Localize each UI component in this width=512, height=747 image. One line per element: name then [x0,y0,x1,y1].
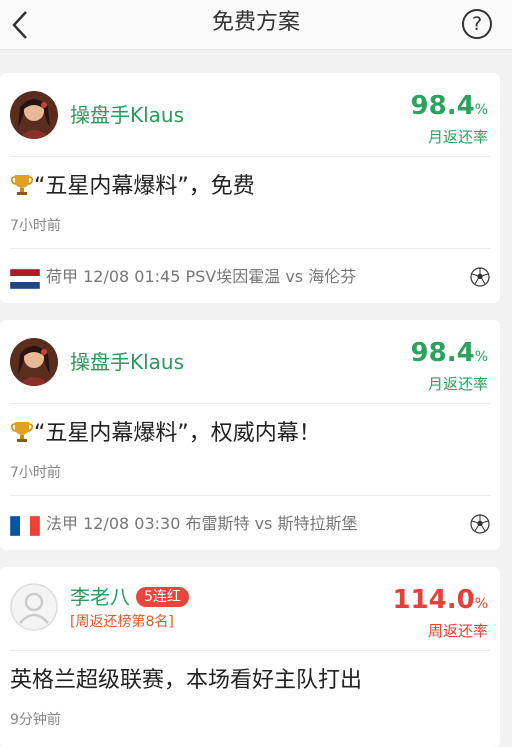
post-time: 9分钟前 [10,712,61,728]
france-flag-icon [10,516,40,536]
rate-label: 月返还率 [427,375,488,393]
match-info[interactable]: 法甲 12/08 03:30 布雷斯特 vs 斯特拉斯堡 [10,509,490,539]
plan-card[interactable]: 操盘手Klaus 98.4% 月返还率 “五星内幕爆料”，免费 7小时前 荷甲 … [0,73,500,303]
rate-value: 114.0 [392,585,475,615]
match-text: 法甲 12/08 03:30 布雷斯特 vs 斯特拉斯堡 [46,514,358,533]
streak-badge: 5连红 [136,587,189,607]
match-info[interactable]: 荷甲 12/08 01:45 PSV埃因霍温 vs 海伦芬 [10,262,490,292]
rate-value: 98.4 [410,338,475,368]
return-rate: 114.0% 周返还率 [392,583,488,641]
username[interactable]: 操盘手Klaus [70,103,184,127]
plan-card[interactable]: 操盘手Klaus 98.4% 月返还率 “五星内幕爆料”，权威内幕！ 7小时前 … [0,320,500,550]
plan-headline[interactable]: “五星内幕爆料”，权威内幕！ [10,419,321,449]
trophy-icon [11,422,33,442]
username[interactable]: 李老八 [70,585,130,609]
avatar[interactable] [10,338,58,386]
page-title: 免费方案 [211,10,300,35]
rate-label: 周返还率 [427,622,488,640]
plan-headline[interactable]: “五星内幕爆料”，免费 [10,172,255,202]
help-icon[interactable]: ? [462,9,492,39]
return-rate: 98.4% 月返还率 [411,89,488,147]
return-rate: 98.4% 月返还率 [411,336,488,394]
post-time: 7小时前 [10,218,61,234]
divider [10,248,490,249]
plan-headline[interactable]: 英格兰超级联赛，本场看好主队打出 [10,666,362,696]
rate-unit: % [474,349,488,365]
avatar[interactable] [10,583,58,631]
username[interactable]: 操盘手Klaus [70,350,184,374]
trophy-icon [11,175,33,195]
divider [10,650,490,651]
match-text: 荷甲 12/08 01:45 PSV埃因霍温 vs 海伦芬 [46,267,357,286]
rate-unit: % [474,102,488,118]
soccer-ball-icon [470,514,490,534]
rate-value: 98.4 [410,91,475,121]
rate-unit: % [474,596,488,612]
post-time: 7小时前 [10,465,61,481]
rate-label: 月返还率 [427,128,488,146]
top-bar: 免费方案 ? [0,0,512,50]
rank-label: [周返还榜第8名] [70,614,174,630]
avatar[interactable] [10,91,58,139]
divider [10,403,490,404]
divider [10,156,490,157]
divider [10,495,490,496]
netherlands-flag-icon [10,269,40,289]
plan-card[interactable]: 李老八 5连红 [周返还榜第8名] 114.0% 周返还率 英格兰超级联赛，本场… [0,567,500,747]
soccer-ball-icon [470,267,490,287]
